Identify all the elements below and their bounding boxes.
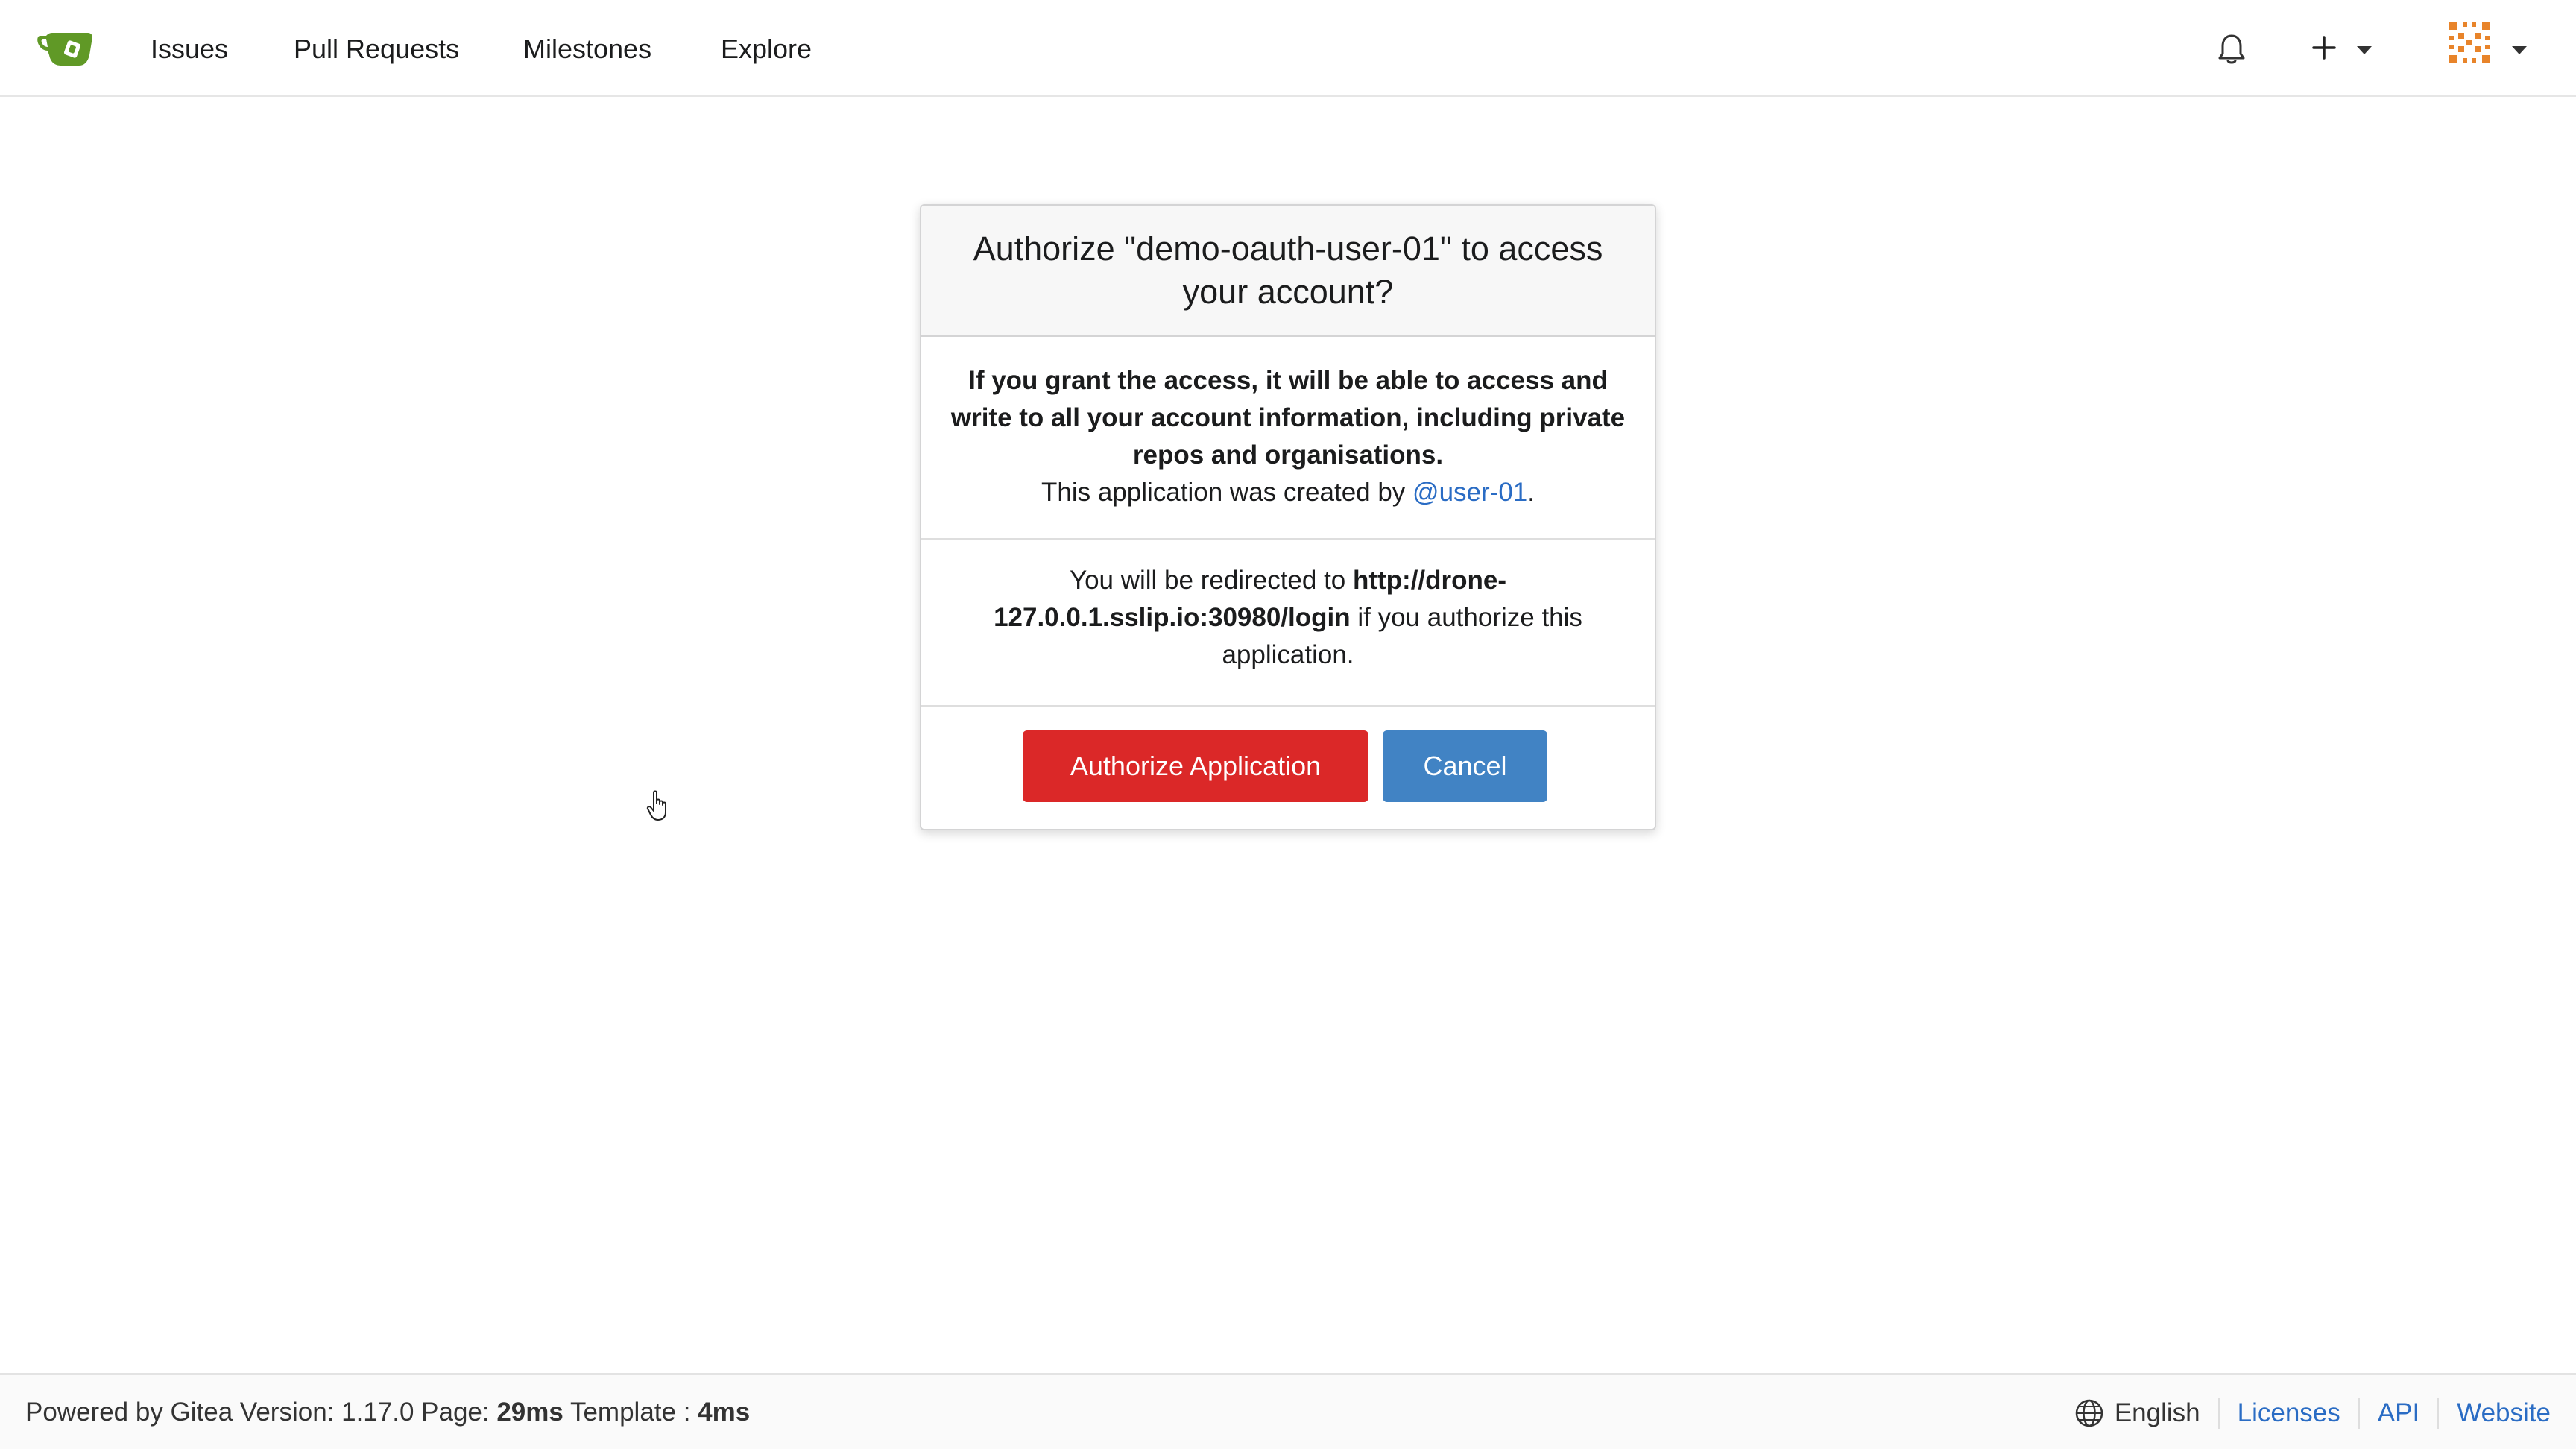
- powered-by-text: Powered by Gitea Version: 1.17.0 Page:: [25, 1398, 497, 1427]
- hand-cursor-icon: [646, 790, 666, 821]
- user-menu-dropdown[interactable]: [2446, 19, 2539, 67]
- language-label: English: [2114, 1398, 2200, 1427]
- footer-divider: [2217, 1398, 2220, 1429]
- template-label: Template :: [563, 1398, 698, 1427]
- dialog-header: Authorize "demo-oauth-user-01" to access…: [921, 206, 1655, 337]
- plus-icon: [2312, 36, 2336, 60]
- nav-issues[interactable]: Issues: [151, 31, 228, 67]
- creator-line: This application was created by @user-01…: [944, 474, 1632, 511]
- user-avatar-icon: [2446, 19, 2493, 66]
- page-footer: Powered by Gitea Version: 1.17.0 Page: 2…: [0, 1373, 2576, 1449]
- footer-links: English Licenses API Website: [2074, 1398, 2551, 1429]
- language-selector[interactable]: English: [2074, 1398, 2200, 1428]
- footer-divider: [2358, 1398, 2360, 1429]
- access-warning-text: If you grant the access, it will be able…: [950, 366, 1626, 470]
- bell-icon[interactable]: [2217, 33, 2247, 66]
- footer-version-info: Powered by Gitea Version: 1.17.0 Page: 2…: [25, 1398, 750, 1427]
- globe-icon: [2075, 1399, 2103, 1427]
- dialog-title: Authorize "demo-oauth-user-01" to access…: [973, 230, 1603, 311]
- top-navbar: Issues Pull Requests Milestones Explore: [0, 0, 2576, 97]
- nav-explore[interactable]: Explore: [721, 31, 812, 67]
- creator-link[interactable]: @user-01: [1412, 478, 1527, 507]
- authorize-application-button[interactable]: Authorize Application: [1023, 730, 1368, 802]
- footer-link-api[interactable]: API: [2378, 1398, 2419, 1428]
- redirect-prefix: You will be redirected to: [1069, 566, 1353, 595]
- access-warning-section: If you grant the access, it will be able…: [921, 337, 1655, 540]
- template-time: 4ms: [698, 1398, 751, 1427]
- footer-link-website[interactable]: Website: [2457, 1398, 2551, 1428]
- creator-prefix: This application was created by: [1041, 478, 1413, 507]
- redirect-section: You will be redirected to http://drone-1…: [921, 540, 1655, 707]
- creator-suffix: .: [1527, 478, 1535, 507]
- chevron-down-icon: [2512, 46, 2527, 54]
- nav-pull-requests[interactable]: Pull Requests: [294, 31, 459, 67]
- footer-divider: [2437, 1398, 2440, 1429]
- create-new-dropdown[interactable]: [2311, 33, 2378, 66]
- chevron-down-icon: [2357, 46, 2372, 54]
- nav-milestones[interactable]: Milestones: [523, 31, 651, 67]
- page-time: 29ms: [496, 1398, 564, 1427]
- footer-link-licenses[interactable]: Licenses: [2238, 1398, 2340, 1428]
- cancel-button[interactable]: Cancel: [1383, 730, 1547, 802]
- gitea-logo-icon[interactable]: [36, 25, 94, 70]
